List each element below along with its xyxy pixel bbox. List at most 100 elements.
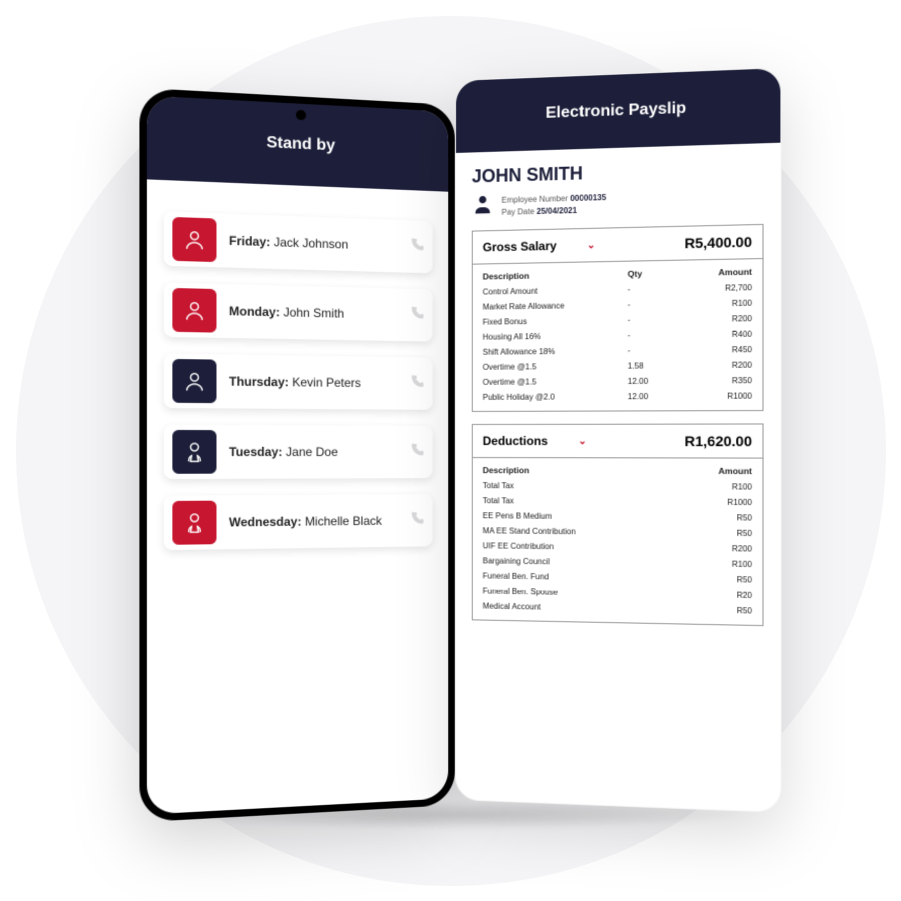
phone-icon[interactable] xyxy=(409,304,425,325)
day-label: Wednesday: xyxy=(229,514,301,529)
cell-desc: Shift Allowance 18% xyxy=(483,346,628,356)
standby-card[interactable]: Tuesday: Jane Doe xyxy=(164,425,433,479)
phone-frame: Stand by Friday: Jack Johnson Monday: Joh… xyxy=(139,88,455,822)
standby-card[interactable]: Friday: Jack Johnson xyxy=(164,211,433,273)
cell-qty: - xyxy=(628,346,679,356)
cell-amount: R200 xyxy=(679,314,752,324)
standby-label: Friday: Jack Johnson xyxy=(229,233,397,253)
cell-amount: R20 xyxy=(679,590,752,600)
camera-notch xyxy=(296,110,306,121)
cell-desc: Funeral Ben. Fund xyxy=(483,571,679,583)
cell-amount: R1000 xyxy=(679,391,752,401)
phone-icon[interactable] xyxy=(409,441,425,462)
app-header: Electronic Payslip xyxy=(456,68,780,153)
deductions-section: Deductions ⌄ R1,620.00 Description Amoun… xyxy=(472,423,764,626)
avatar-female-icon xyxy=(172,430,216,474)
standby-card[interactable]: Monday: John Smith xyxy=(164,283,433,342)
cell-desc: Bargaining Council xyxy=(483,556,679,568)
cell-amount: R100 xyxy=(679,299,752,309)
cell-desc: Market Rate Allowance xyxy=(483,300,628,311)
day-label: Monday: xyxy=(229,304,280,320)
person-name: Jack Johnson xyxy=(274,235,348,252)
cell-qty: - xyxy=(628,330,679,340)
cell-amount: R200 xyxy=(679,360,752,370)
cell-amount: R100 xyxy=(679,482,752,492)
employee-meta-row: Employee Number 00000135 Pay Date 25/04/… xyxy=(472,186,764,221)
col-qty: Qty xyxy=(628,268,679,279)
cell-amount: R50 xyxy=(679,513,752,523)
standby-label: Wednesday: Michelle Black xyxy=(229,514,397,530)
cell-amount: R400 xyxy=(679,329,752,339)
app-title: Electronic Payslip xyxy=(546,100,687,123)
section-total: R5,400.00 xyxy=(685,233,752,251)
cell-desc: EE Pens B Medium xyxy=(483,511,679,522)
avatar-male-icon xyxy=(172,288,216,333)
section-header-gross[interactable]: Gross Salary ⌄ R5,400.00 xyxy=(473,225,763,265)
avatar-male-icon xyxy=(172,359,216,403)
standby-card[interactable]: Wednesday: Michelle Black xyxy=(164,494,433,550)
table-row: Total TaxR100 xyxy=(473,478,763,495)
phone-icon[interactable] xyxy=(409,236,425,258)
avatar-male-icon xyxy=(172,217,216,262)
cell-amount: R50 xyxy=(679,574,752,584)
section-header-deductions[interactable]: Deductions ⌄ R1,620.00 xyxy=(473,424,763,458)
table-row: Public Holiday @2.012.00R1000 xyxy=(473,388,763,405)
person-name: Jane Doe xyxy=(286,445,338,459)
person-name: John Smith xyxy=(283,305,344,321)
pay-date-label: Pay Date xyxy=(502,206,535,216)
cell-desc: Overtime @1.5 xyxy=(483,377,628,387)
cell-desc: Fixed Bonus xyxy=(483,316,628,327)
deductions-table: Description Amount Total TaxR100Total Ta… xyxy=(473,458,763,625)
emp-no-label: Employee Number xyxy=(502,193,568,204)
section-title: Gross Salary xyxy=(483,239,557,255)
col-description: Description xyxy=(483,269,628,282)
cell-desc: Funeral Ben. Spouse xyxy=(483,586,679,598)
cell-amount: R200 xyxy=(679,543,752,553)
col-amount: Amount xyxy=(679,466,752,477)
cell-qty: 12.00 xyxy=(628,392,679,401)
cell-desc: UIF EE Contribution xyxy=(483,541,679,552)
cell-amount: R50 xyxy=(679,605,752,616)
cell-desc: Medical Account xyxy=(483,601,679,614)
cell-desc: Housing All 16% xyxy=(483,331,628,342)
phone-payslip: Electronic Payslip JOHN SMITH Employee N… xyxy=(455,67,781,813)
chevron-down-icon: ⌄ xyxy=(578,435,586,446)
phone-standby: Stand by Friday: Jack Johnson Monday: Joh… xyxy=(139,88,455,822)
standby-card[interactable]: Thursday: Kevin Peters xyxy=(164,354,433,410)
cell-qty: - xyxy=(628,315,679,325)
gross-table: Description Qty Amount Control Amount-R2… xyxy=(473,259,763,411)
person-icon xyxy=(472,193,494,221)
cell-desc: Public Holiday @2.0 xyxy=(483,392,628,402)
phone-icon[interactable] xyxy=(409,510,425,531)
employee-meta: Employee Number 00000135 Pay Date 25/04/… xyxy=(502,191,607,218)
day-label: Friday: xyxy=(229,233,270,249)
standby-label: Monday: John Smith xyxy=(229,304,397,322)
cell-amount: R1000 xyxy=(679,497,752,507)
pay-date-value: 25/04/2021 xyxy=(537,205,577,215)
cell-qty: - xyxy=(628,300,679,310)
app-title: Stand by xyxy=(266,134,335,156)
person-name: Kevin Peters xyxy=(292,375,361,390)
table-row: Overtime @1.512.00R350 xyxy=(473,373,763,390)
section-total: R1,620.00 xyxy=(685,433,752,450)
phone-icon[interactable] xyxy=(409,373,425,394)
employee-name: JOHN SMITH xyxy=(472,158,764,188)
col-amount: Amount xyxy=(679,267,752,279)
cell-desc: Total Tax xyxy=(483,496,679,506)
chevron-down-icon: ⌄ xyxy=(587,239,596,250)
avatar-female-icon xyxy=(172,501,216,545)
cell-amount: R100 xyxy=(679,559,752,569)
cell-amount: R2,700 xyxy=(679,283,752,293)
cell-desc: Control Amount xyxy=(483,285,628,296)
emp-no-value: 00000135 xyxy=(570,192,606,202)
cell-amount: R50 xyxy=(679,528,752,538)
col-description: Description xyxy=(483,465,679,476)
cell-desc: Total Tax xyxy=(483,481,679,491)
cell-qty: 12.00 xyxy=(628,376,679,386)
gross-salary-section: Gross Salary ⌄ R5,400.00 Description Qty… xyxy=(472,224,764,412)
cell-desc: Overtime @1.5 xyxy=(483,362,628,372)
cell-amount: R350 xyxy=(679,376,752,386)
phone-screen: Stand by Friday: Jack Johnson Monday: Joh… xyxy=(147,96,448,815)
cell-amount: R450 xyxy=(679,345,752,355)
standby-label: Tuesday: Jane Doe xyxy=(229,445,397,459)
